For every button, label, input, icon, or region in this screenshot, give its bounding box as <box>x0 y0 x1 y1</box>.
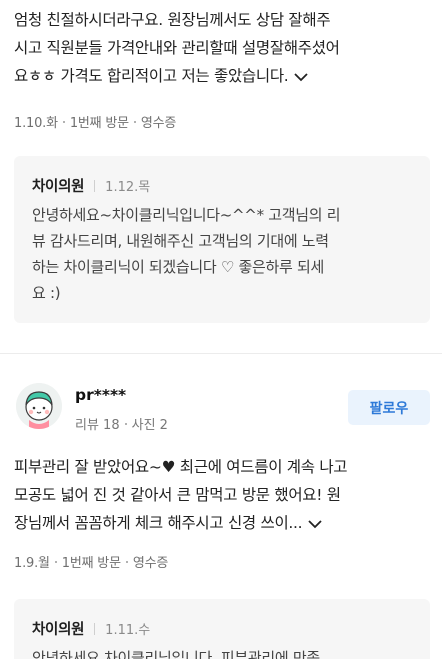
reply-line: 요 :) <box>32 284 61 302</box>
avatar[interactable] <box>16 383 62 429</box>
reply-author: 차이의원 <box>32 622 85 638</box>
reply-line: 뷰 감사드리며, 내원해주신 고객님의 기대에 노력 <box>32 232 329 250</box>
reply-line: 안녕하세요~차이클리닉입니다~^^* 고객님의 리 <box>32 206 341 224</box>
owner-reply: 차이의원 1.11.수 안녕하세요 차이클리닉입니다. 피부관리에 만족 <box>14 599 430 659</box>
divider <box>94 622 96 635</box>
owner-reply: 차이의원 1.12.목 안녕하세요~차이클리닉입니다~^^* 고객님의 리 뷰 … <box>14 156 430 323</box>
follow-button[interactable]: 팔로우 <box>348 390 430 425</box>
separator-dot <box>54 560 57 563</box>
reply-header: 차이의원 1.12.목 <box>32 175 150 196</box>
reply-date: 1.12.목 <box>105 180 151 195</box>
reply-author: 차이의원 <box>32 179 85 195</box>
receipt-label: 영수증 <box>132 556 169 571</box>
review-count: 리뷰 18 <box>75 418 120 433</box>
review-line: 피부관리 잘 받았어요~♥ 최근에 여드름이 계속 나고 <box>14 458 348 476</box>
review-divider <box>0 353 442 354</box>
reviewer-stats: 리뷰 18 사진 2 <box>75 414 168 433</box>
review-line: 시고 직원분들 가격안내와 관리할때 설명잘해주셨어 <box>14 39 340 57</box>
review-meta: 1.9.월 1번째 방문 영수증 <box>14 552 168 571</box>
receipt-label: 영수증 <box>140 116 177 131</box>
chevron-down-icon[interactable] <box>294 72 309 82</box>
reply-line: 하는 차이클리닉이 되겠습니다 ♡ 좋은하루 되세 <box>32 258 324 276</box>
review-line: 모공도 넓어 진 것 같아서 큰 맘먹고 방문 했어요! 원 <box>14 486 341 504</box>
separator-dot <box>125 560 128 563</box>
photo-count: 사진 2 <box>131 418 168 433</box>
visit-date: 1.9.월 <box>14 556 50 571</box>
reply-date: 1.11.수 <box>105 623 151 638</box>
chevron-down-icon[interactable] <box>308 519 322 529</box>
divider <box>94 179 96 192</box>
visit-date: 1.10.화 <box>14 116 58 131</box>
reply-text: 안녕하세요~차이클리닉입니다~^^* 고객님의 리 뷰 감사드리며, 내원해주신… <box>32 202 416 306</box>
review-line: 장님께서 꼼꼼하게 체크 해주시고 신경 쓰이... <box>14 509 430 537</box>
visit-count: 1번째 방문 <box>69 116 129 131</box>
reviewer-name[interactable]: pr**** <box>75 386 126 404</box>
reply-header: 차이의원 1.11.수 <box>32 618 150 639</box>
separator-dot <box>133 120 136 123</box>
avatar-illustration-icon <box>16 383 62 429</box>
visit-count: 1번째 방문 <box>61 556 121 571</box>
reply-line: 안녕하세요 차이클리닉입니다. 피부관리에 만족 <box>32 649 320 659</box>
review-text: 엄청 친절하시더라구요. 원장님께서도 상담 잘해주 시고 직원분들 가격안내와… <box>14 6 430 90</box>
reply-text: 안녕하세요 차이클리닉입니다. 피부관리에 만족 <box>32 645 416 659</box>
review-text: 피부관리 잘 받았어요~♥ 최근에 여드름이 계속 나고 모공도 넓어 진 것 … <box>14 453 430 537</box>
review-meta: 1.10.화 1번째 방문 영수증 <box>14 112 176 131</box>
separator-dot <box>124 422 127 425</box>
review-line: 요ㅎㅎ 가격도 합리적이고 저는 좋았습니다. <box>14 62 430 90</box>
review-line: 엄청 친절하시더라구요. 원장님께서도 상담 잘해주 <box>14 11 331 29</box>
separator-dot <box>62 120 65 123</box>
